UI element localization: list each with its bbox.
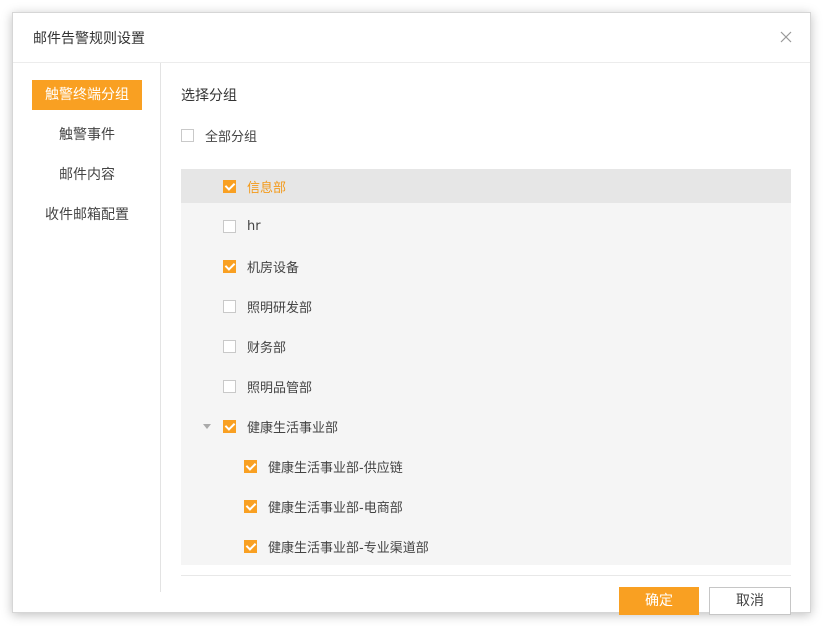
- alert-rule-dialog: 邮件告警规则设置 触警终端分组 触警事件 邮件内容 收件邮箱配置 选择分组 全部…: [12, 12, 811, 615]
- group-row-child[interactable]: 健康生活事业部-供应链: [181, 449, 791, 483]
- group-label: 健康生活事业部-供应链: [268, 460, 403, 476]
- select-all-checkbox[interactable]: [181, 128, 194, 142]
- group-label: 健康生活事业部: [247, 420, 339, 436]
- group-row[interactable]: 照明研发部: [181, 289, 791, 323]
- group-checkbox[interactable]: [244, 499, 257, 513]
- group-row-child[interactable]: 健康生活事业部-专业渠道部: [181, 529, 791, 563]
- group-checkbox[interactable]: [223, 419, 236, 433]
- cancel-button[interactable]: 取消: [709, 587, 791, 615]
- dialog-title: 邮件告警规则设置: [33, 31, 145, 47]
- group-checkbox[interactable]: [244, 539, 257, 553]
- group-row[interactable]: 照明品管部: [181, 369, 791, 403]
- group-label: 机房设备: [247, 260, 300, 276]
- nav-item-mail-content[interactable]: 邮件内容: [32, 160, 142, 190]
- group-row[interactable]: 机房设备: [181, 249, 791, 283]
- group-label: hr: [247, 218, 261, 234]
- group-checkbox[interactable]: [223, 379, 236, 393]
- group-row[interactable]: 财务部: [181, 329, 791, 363]
- select-all-row[interactable]: 全部分组: [181, 125, 257, 145]
- nav-item-alert-events[interactable]: 触警事件: [32, 120, 142, 150]
- group-checkbox[interactable]: [223, 299, 236, 313]
- close-icon[interactable]: [776, 27, 796, 47]
- group-row[interactable]: 健康生活事业部: [181, 409, 791, 443]
- group-row[interactable]: 信息部: [181, 169, 791, 203]
- dialog-header: 邮件告警规则设置: [13, 13, 810, 63]
- content-panel: 选择分组 全部分组 信息部 hr 机房设备 照明研发部 财务部 照明品管部 健康…: [181, 63, 791, 615]
- group-label: 财务部: [247, 340, 287, 356]
- group-checkbox[interactable]: [223, 179, 236, 193]
- nav-item-recipient-config[interactable]: 收件邮箱配置: [32, 200, 142, 230]
- group-label: 照明研发部: [247, 300, 313, 316]
- chevron-down-icon[interactable]: [203, 424, 211, 429]
- group-label: 信息部: [247, 180, 287, 196]
- footer-divider: [181, 575, 791, 576]
- select-all-label: 全部分组: [205, 129, 258, 145]
- group-checkbox[interactable]: [223, 259, 236, 273]
- sidebar-nav: 触警终端分组 触警事件 邮件内容 收件邮箱配置: [13, 63, 161, 592]
- group-label: 健康生活事业部-电商部: [268, 500, 403, 516]
- group-checkbox[interactable]: [244, 459, 257, 473]
- group-list: 信息部 hr 机房设备 照明研发部 财务部 照明品管部 健康生活事业部 健康生活…: [181, 169, 791, 565]
- nav-item-alert-terminal-group[interactable]: 触警终端分组: [32, 80, 142, 110]
- group-row-child[interactable]: 健康生活事业部-电商部: [181, 489, 791, 523]
- confirm-button[interactable]: 确定: [619, 587, 699, 615]
- group-checkbox[interactable]: [223, 219, 236, 233]
- group-label: 照明品管部: [247, 380, 313, 396]
- group-label: 健康生活事业部-专业渠道部: [268, 540, 429, 556]
- section-title: 选择分组: [181, 88, 237, 104]
- group-checkbox[interactable]: [223, 339, 236, 353]
- group-row[interactable]: hr: [181, 209, 791, 243]
